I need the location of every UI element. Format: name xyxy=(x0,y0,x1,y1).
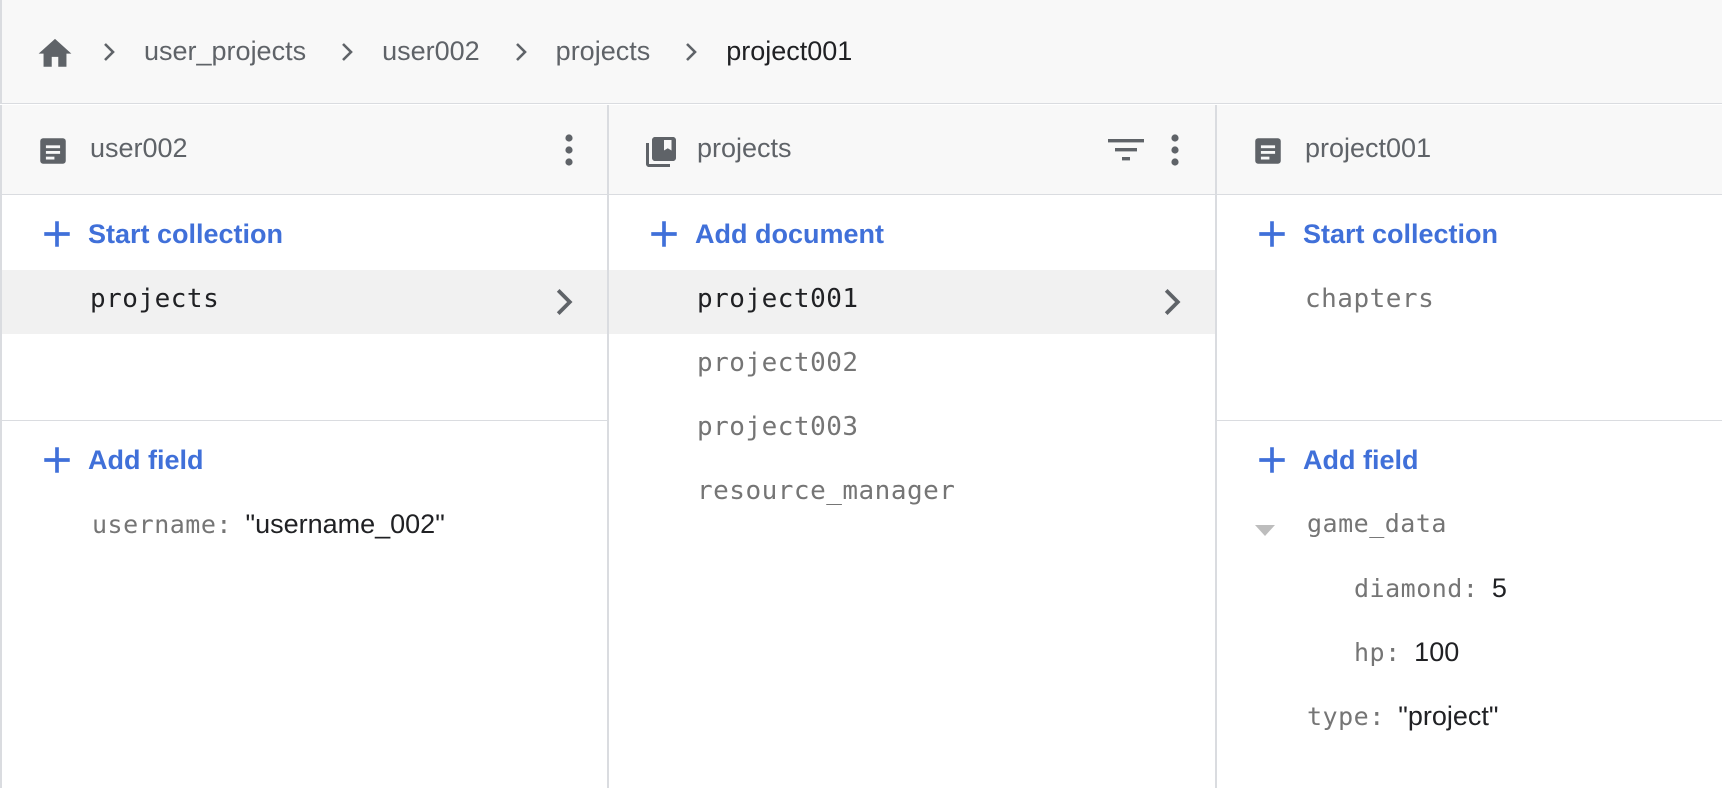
document-item-project001[interactable]: project001 xyxy=(609,270,1215,334)
plus-icon xyxy=(1259,221,1285,247)
chevron-right-icon xyxy=(332,37,362,67)
field-key: game_data xyxy=(1307,509,1447,538)
start-collection-button[interactable]: Start collection xyxy=(1255,217,1498,251)
field-hp[interactable]: hp: 100 xyxy=(1354,637,1459,668)
panel-header: projects xyxy=(609,105,1215,195)
document-id: project001 xyxy=(697,284,859,314)
chevron-right-icon xyxy=(506,37,536,67)
document-id: resource_manager xyxy=(697,476,956,506)
start-collection-button[interactable]: Start collection xyxy=(40,217,283,251)
field-key: type xyxy=(1307,702,1370,731)
field-value: "project" xyxy=(1398,701,1499,731)
field-key: diamond xyxy=(1354,574,1463,603)
start-collection-label: Start collection xyxy=(1303,218,1499,249)
document-item-project003[interactable]: project003 xyxy=(609,398,1215,462)
field-key: username xyxy=(92,510,217,539)
plus-icon xyxy=(44,221,70,247)
field-username[interactable]: username: "username_002" xyxy=(92,509,445,540)
chevron-right-icon xyxy=(94,37,124,67)
document-icon xyxy=(1251,134,1285,168)
chevron-right-icon xyxy=(676,37,706,67)
field-value: "username_002" xyxy=(245,509,445,539)
document-icon xyxy=(36,134,70,168)
panel-header: project001 xyxy=(1217,105,1722,195)
breadcrumb: user_projects user002 projects project00… xyxy=(0,0,1722,104)
add-field-label: Add field xyxy=(88,444,204,475)
user-document-panel: user002 Start collection projects Add fi… xyxy=(0,105,607,788)
document-id: project003 xyxy=(697,412,859,442)
projects-collection-panel: projects Add document project001 project… xyxy=(607,105,1215,788)
panel-title: user002 xyxy=(90,133,188,163)
project-document-panel: project001 Start collection chapters Add… xyxy=(1215,105,1722,788)
home-icon[interactable] xyxy=(34,31,76,73)
field-key: hp xyxy=(1354,638,1386,667)
document-item-project002[interactable]: project002 xyxy=(609,334,1215,398)
collection-name: chapters xyxy=(1305,284,1435,314)
collection-icon xyxy=(643,134,677,168)
breadcrumb-user002[interactable]: user002 xyxy=(382,36,480,67)
field-value: 5 xyxy=(1491,573,1507,603)
more-vert-icon[interactable] xyxy=(1152,127,1198,173)
panel-header: user002 xyxy=(2,105,607,195)
start-collection-label: Start collection xyxy=(88,218,284,249)
add-field-button[interactable]: Add field xyxy=(40,443,204,477)
chevron-right-icon xyxy=(1164,289,1181,315)
add-field-label: Add field xyxy=(1303,444,1419,475)
field-value: 100 xyxy=(1414,637,1460,667)
breadcrumb-projects[interactable]: projects xyxy=(556,36,651,67)
field-diamond[interactable]: diamond: 5 xyxy=(1354,573,1507,604)
document-item-resource-manager[interactable]: resource_manager xyxy=(609,462,1215,526)
collection-item-chapters[interactable]: chapters xyxy=(1217,270,1722,334)
filter-icon[interactable] xyxy=(1103,127,1149,173)
add-field-button[interactable]: Add field xyxy=(1255,443,1419,477)
plus-icon xyxy=(44,447,70,473)
more-vert-icon[interactable] xyxy=(546,127,592,173)
panel-title: project001 xyxy=(1305,133,1432,163)
panel-title: projects xyxy=(697,133,792,163)
collection-name: projects xyxy=(90,284,220,314)
field-type[interactable]: type: "project" xyxy=(1307,701,1499,732)
breadcrumb-user-projects[interactable]: user_projects xyxy=(144,36,306,67)
section-divider xyxy=(2,420,607,421)
plus-icon xyxy=(1259,447,1285,473)
field-game-data[interactable]: game_data xyxy=(1307,509,1447,538)
section-divider xyxy=(1217,420,1722,421)
document-id: project002 xyxy=(697,348,859,378)
breadcrumb-project001[interactable]: project001 xyxy=(726,36,852,67)
plus-icon xyxy=(651,221,677,247)
add-document-label: Add document xyxy=(695,218,884,249)
collection-item-projects[interactable]: projects xyxy=(2,270,607,334)
expand-caret-icon[interactable] xyxy=(1255,525,1275,537)
add-document-button[interactable]: Add document xyxy=(647,217,884,251)
chevron-right-icon xyxy=(556,289,573,315)
